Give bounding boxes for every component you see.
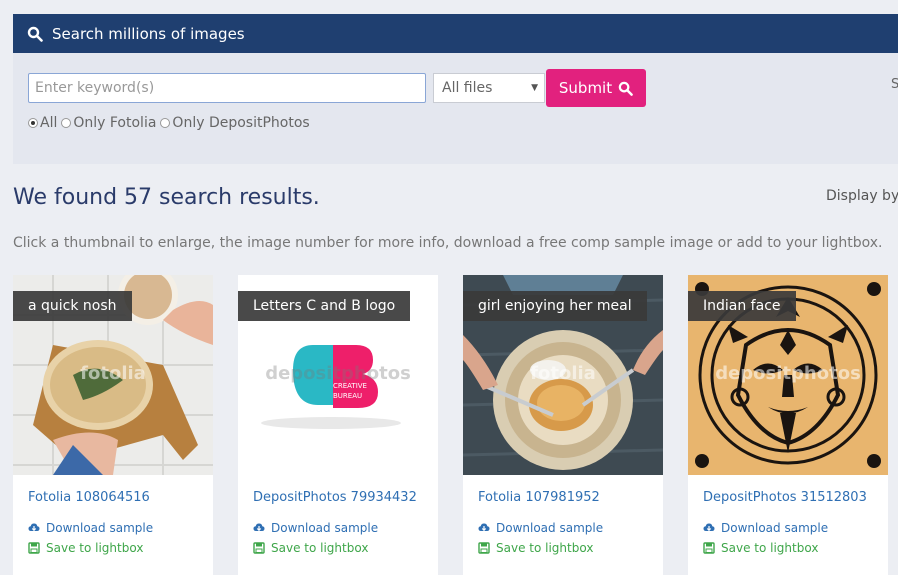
save-to-lightbox-label: Save to lightbox (271, 541, 369, 555)
search-icon (27, 26, 43, 42)
logo-text-bureau: BUREAU (333, 392, 362, 400)
cloud-download-icon (703, 523, 715, 532)
radio-dot[interactable] (160, 118, 171, 128)
download-sample-label: Download sample (496, 521, 604, 535)
radio-label: Only DepositPhotos (172, 115, 310, 131)
result-card: depositphotos Indian face DepositPhotos … (688, 275, 888, 575)
caret-down-icon: ▼ (531, 83, 538, 93)
image-caption: a quick nosh (13, 291, 132, 321)
image-number-link[interactable]: DepositPhotos 79934432 (253, 490, 417, 505)
cloud-download-icon (253, 523, 265, 532)
submit-button[interactable]: Submit (546, 69, 646, 107)
image-number-link[interactable]: Fotolia 107981952 (478, 490, 600, 505)
result-card: CREATIVE BUREAU depositphotos Letters C … (238, 275, 438, 575)
floppy-disk-icon (28, 542, 40, 554)
image-caption: Indian face (688, 291, 796, 321)
download-sample-link[interactable]: Download sample (478, 521, 603, 535)
floppy-disk-icon (478, 542, 490, 554)
results-instructions: Click a thumbnail to enlarge, the image … (13, 235, 883, 251)
radio-label: All (40, 115, 58, 131)
radio-only-fotolia[interactable]: Only Fotolia (61, 115, 156, 131)
download-sample-label: Download sample (271, 521, 379, 535)
file-type-selected: All files (442, 80, 493, 96)
search-panel: Search millions of images All files ▼ Su… (13, 14, 898, 164)
display-by-control[interactable]: Display by (826, 188, 898, 204)
file-type-select[interactable]: All files ▼ (433, 73, 545, 103)
floppy-disk-icon (703, 542, 715, 554)
radio-all[interactable]: All (28, 115, 57, 131)
radio-dot[interactable] (28, 118, 38, 128)
submit-label: Submit (558, 79, 613, 97)
save-to-lightbox-link[interactable]: Save to lightbox (478, 541, 593, 555)
download-sample-link[interactable]: Download sample (28, 521, 153, 535)
image-number-link[interactable]: Fotolia 108064516 (28, 490, 150, 505)
search-header-title: Search millions of images (52, 24, 245, 43)
image-caption: Letters C and B logo (238, 291, 411, 321)
keyword-input[interactable] (28, 73, 426, 103)
result-card: fotolia a quick nosh Fotolia 108064516 D… (13, 275, 213, 575)
logo-text-creative: CREATIVE (333, 382, 367, 390)
save-to-lightbox-label: Save to lightbox (496, 541, 594, 555)
save-to-lightbox-label: Save to lightbox (721, 541, 819, 555)
download-sample-label: Download sample (721, 521, 829, 535)
search-header: Search millions of images (13, 14, 898, 53)
image-caption: girl enjoying her meal (463, 291, 647, 321)
floppy-disk-icon (253, 542, 265, 554)
save-to-lightbox-link[interactable]: Save to lightbox (28, 541, 143, 555)
cloud-download-icon (28, 523, 40, 532)
radio-only-depositphotos[interactable]: Only DepositPhotos (160, 115, 310, 131)
source-radio-group: All Only Fotolia Only DepositPhotos (28, 115, 314, 131)
results-title: We found 57 search results. (13, 185, 320, 210)
download-sample-link[interactable]: Download sample (703, 521, 828, 535)
download-sample-link[interactable]: Download sample (253, 521, 378, 535)
search-icon (618, 81, 633, 96)
save-to-lightbox-link[interactable]: Save to lightbox (703, 541, 818, 555)
radio-dot[interactable] (61, 118, 72, 128)
download-sample-label: Download sample (46, 521, 154, 535)
save-to-lightbox-link[interactable]: Save to lightbox (253, 541, 368, 555)
image-number-link[interactable]: DepositPhotos 31512803 (703, 490, 867, 505)
side-panel-text: S (891, 77, 898, 92)
cloud-download-icon (478, 523, 490, 532)
radio-label: Only Fotolia (73, 115, 157, 131)
save-to-lightbox-label: Save to lightbox (46, 541, 144, 555)
result-card: fotolia girl enjoying her meal Fotolia 1… (463, 275, 663, 575)
